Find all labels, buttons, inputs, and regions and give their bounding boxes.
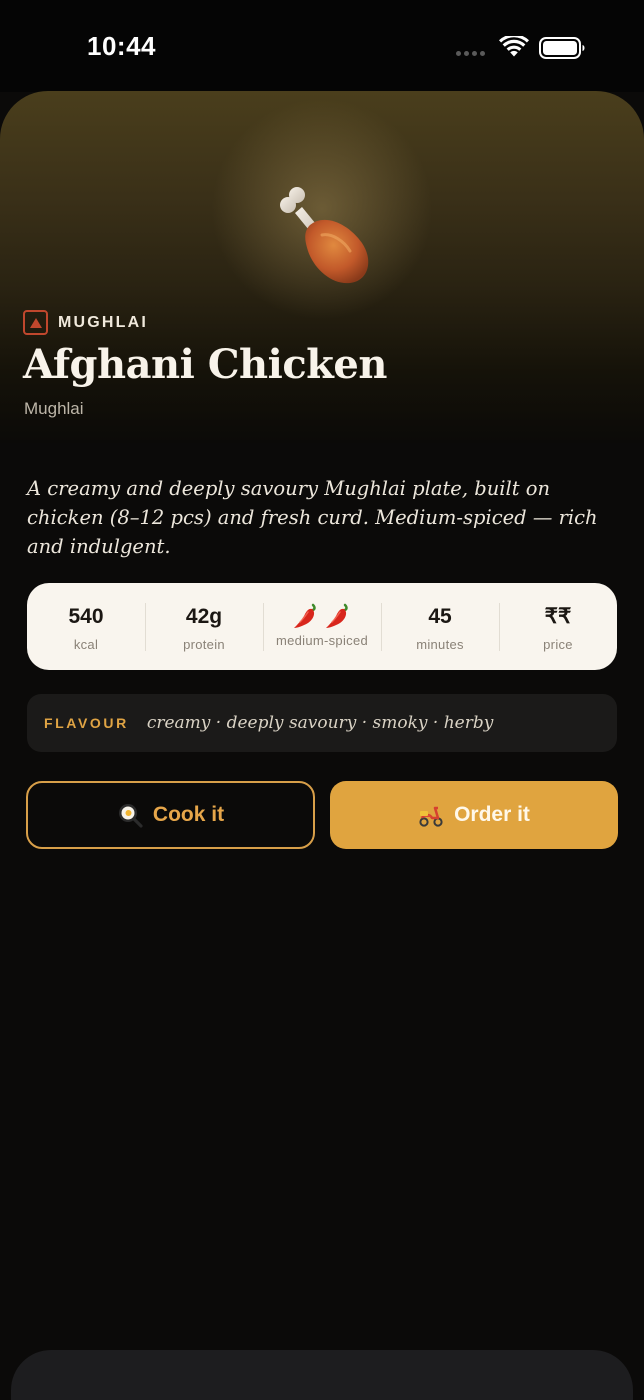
stat-value: 42g <box>185 604 223 628</box>
stat-protein: 42g protein <box>145 602 263 652</box>
cook-it-button[interactable]: Cook it <box>26 781 315 849</box>
chili-icon <box>326 603 348 628</box>
nutrition-stats-card: 540 kcal 42g protein medium-spiced 45 mi… <box>27 583 617 670</box>
order-it-label: Order it <box>454 803 530 826</box>
stat-calories: 540 kcal <box>27 604 145 652</box>
wifi-icon <box>499 36 529 57</box>
stat-value: ₹₹ <box>544 604 572 628</box>
chili-icon <box>294 603 316 628</box>
cuisine-tag: MUGHLAI <box>58 313 149 331</box>
status-bar: 10:44 <box>0 0 644 92</box>
stat-label: minutes <box>416 636 464 652</box>
stat-label: protein <box>183 636 225 652</box>
dish-hero: MUGHLAI Afghani Chicken Mughlai <box>0 91 644 443</box>
battery-icon <box>539 37 585 59</box>
cellular-signal-icon <box>456 51 485 56</box>
bottom-sheet-edge <box>11 1350 633 1400</box>
stat-spice-level: medium-spiced <box>263 602 381 651</box>
frying-pan-icon <box>118 804 143 828</box>
stat-label: medium-spiced <box>275 632 369 648</box>
status-time: 10:44 <box>87 31 156 61</box>
stat-time: 45 minutes <box>381 602 499 652</box>
drumstick-icon <box>280 187 369 284</box>
flavour-notes: creamy · deeply savoury · smoky · herby <box>146 713 494 733</box>
dish-title: Afghani Chicken <box>23 341 387 388</box>
dish-description: A creamy and deeply savoury Mughlai plat… <box>27 477 598 558</box>
cuisine-badge: MUGHLAI <box>23 310 148 335</box>
stat-value: 45 <box>428 604 452 628</box>
flavour-profile: FLAVOUR creamy · deeply savoury · smoky … <box>27 694 617 752</box>
stat-label: kcal <box>73 636 99 652</box>
scooter-icon <box>419 806 443 827</box>
flavour-label: FLAVOUR <box>44 715 129 731</box>
stat-value: 540 <box>68 604 104 628</box>
order-it-button[interactable]: Order it <box>330 781 618 849</box>
stat-label: price <box>543 636 573 652</box>
dish-subtitle: Mughlai <box>24 399 84 418</box>
stat-price: ₹₹ price <box>499 602 617 652</box>
cook-it-label: Cook it <box>152 803 225 826</box>
non-veg-icon <box>23 310 48 335</box>
spice-indicator <box>291 601 353 629</box>
